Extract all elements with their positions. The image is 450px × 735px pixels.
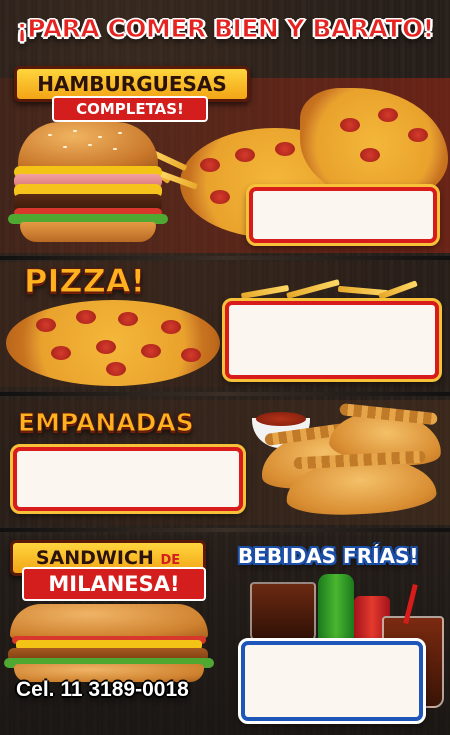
burger-illustration <box>8 122 168 244</box>
divider <box>0 392 450 396</box>
pizza-price-box[interactable] <box>222 298 442 382</box>
bebidas-title: BEBIDAS FRÍAS! <box>238 544 419 568</box>
phone-number[interactable]: Cel. 11 3189-0018 <box>16 678 189 702</box>
pizza-illustration <box>6 300 220 386</box>
cola-glass-illustration <box>250 582 316 644</box>
green-bottle-illustration <box>318 574 354 642</box>
sandwich-illustration <box>10 604 208 638</box>
divider <box>0 256 450 260</box>
hamburguesas-price-box[interactable] <box>246 184 440 246</box>
bebidas-price-box[interactable] <box>238 638 426 724</box>
headline: ¡PARA COMER BIEN Y BARATO! <box>16 14 435 44</box>
sandwich-title-de: DE <box>160 553 181 568</box>
hamburguesas-subtitle: COMPLETAS! <box>52 96 208 122</box>
pizza-title: PIZZA! <box>23 262 146 301</box>
flyer: ¡PARA COMER BIEN Y BARATO! HAMBURGUESAS … <box>0 0 450 735</box>
hamburguesas-title: HAMBURGUESAS <box>37 72 227 96</box>
divider <box>0 528 450 532</box>
empanadas-price-box[interactable] <box>10 444 246 514</box>
sandwich-title-line2: MILANESA! <box>22 567 206 601</box>
sandwich-title-line1: SANDWICH <box>35 547 154 569</box>
empanadas-title: EMPANADAS <box>18 408 195 438</box>
